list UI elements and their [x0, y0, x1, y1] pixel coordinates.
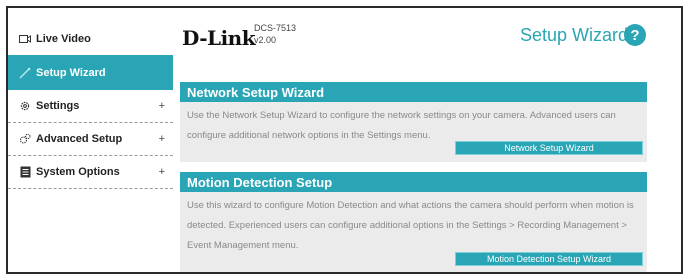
model-info: DCS-7513 v2.00	[254, 22, 296, 46]
sidebar-item-system-options[interactable]: System Options +	[8, 156, 173, 189]
network-setup-section: Network Setup Wizard Use the Network Set…	[180, 82, 647, 162]
sidebar-item-live-video[interactable]: Live Video	[8, 22, 173, 55]
expand-icon[interactable]: +	[159, 156, 165, 188]
expand-icon[interactable]: +	[159, 123, 165, 155]
sidebar: Live Video Setup Wizard Settings + Advan…	[8, 8, 173, 272]
section-description: Use the Network Setup Wizard to configur…	[187, 110, 616, 141]
expand-icon[interactable]: +	[159, 90, 165, 122]
gears-icon	[18, 132, 32, 146]
section-title: Network Setup Wizard	[180, 82, 647, 102]
sidebar-item-label: System Options	[36, 166, 120, 178]
network-setup-wizard-button[interactable]: Network Setup Wizard	[455, 141, 643, 155]
sidebar-item-label: Settings	[36, 100, 80, 112]
firmware-version: v2.00	[254, 35, 277, 45]
sidebar-item-label: Setup Wizard	[36, 66, 106, 79]
section-title: Motion Detection Setup	[180, 172, 647, 192]
sidebar-item-setup-wizard[interactable]: Setup Wizard	[8, 55, 173, 90]
model-name: DCS-7513	[254, 23, 297, 33]
motion-detection-section: Motion Detection Setup Use this wizard t…	[180, 172, 647, 272]
section-description: Use this wizard to configure Motion Dete…	[187, 200, 634, 251]
document-icon	[18, 165, 32, 179]
sidebar-item-label: Advanced Setup	[36, 133, 123, 145]
sidebar-item-settings[interactable]: Settings +	[8, 90, 173, 123]
gear-icon	[18, 99, 32, 113]
sidebar-item-advanced-setup[interactable]: Advanced Setup +	[8, 123, 173, 156]
page-title: Setup Wizard	[520, 25, 629, 45]
sidebar-item-label: Live Video	[36, 32, 91, 45]
wand-icon	[18, 66, 32, 80]
video-camera-icon	[18, 32, 32, 46]
app-frame: Live Video Setup Wizard Settings + Advan…	[6, 6, 683, 274]
dlink-logo: D-Link	[182, 26, 256, 50]
motion-detection-wizard-button[interactable]: Motion Detection Setup Wizard	[455, 252, 643, 266]
help-icon[interactable]: ?	[624, 24, 646, 46]
